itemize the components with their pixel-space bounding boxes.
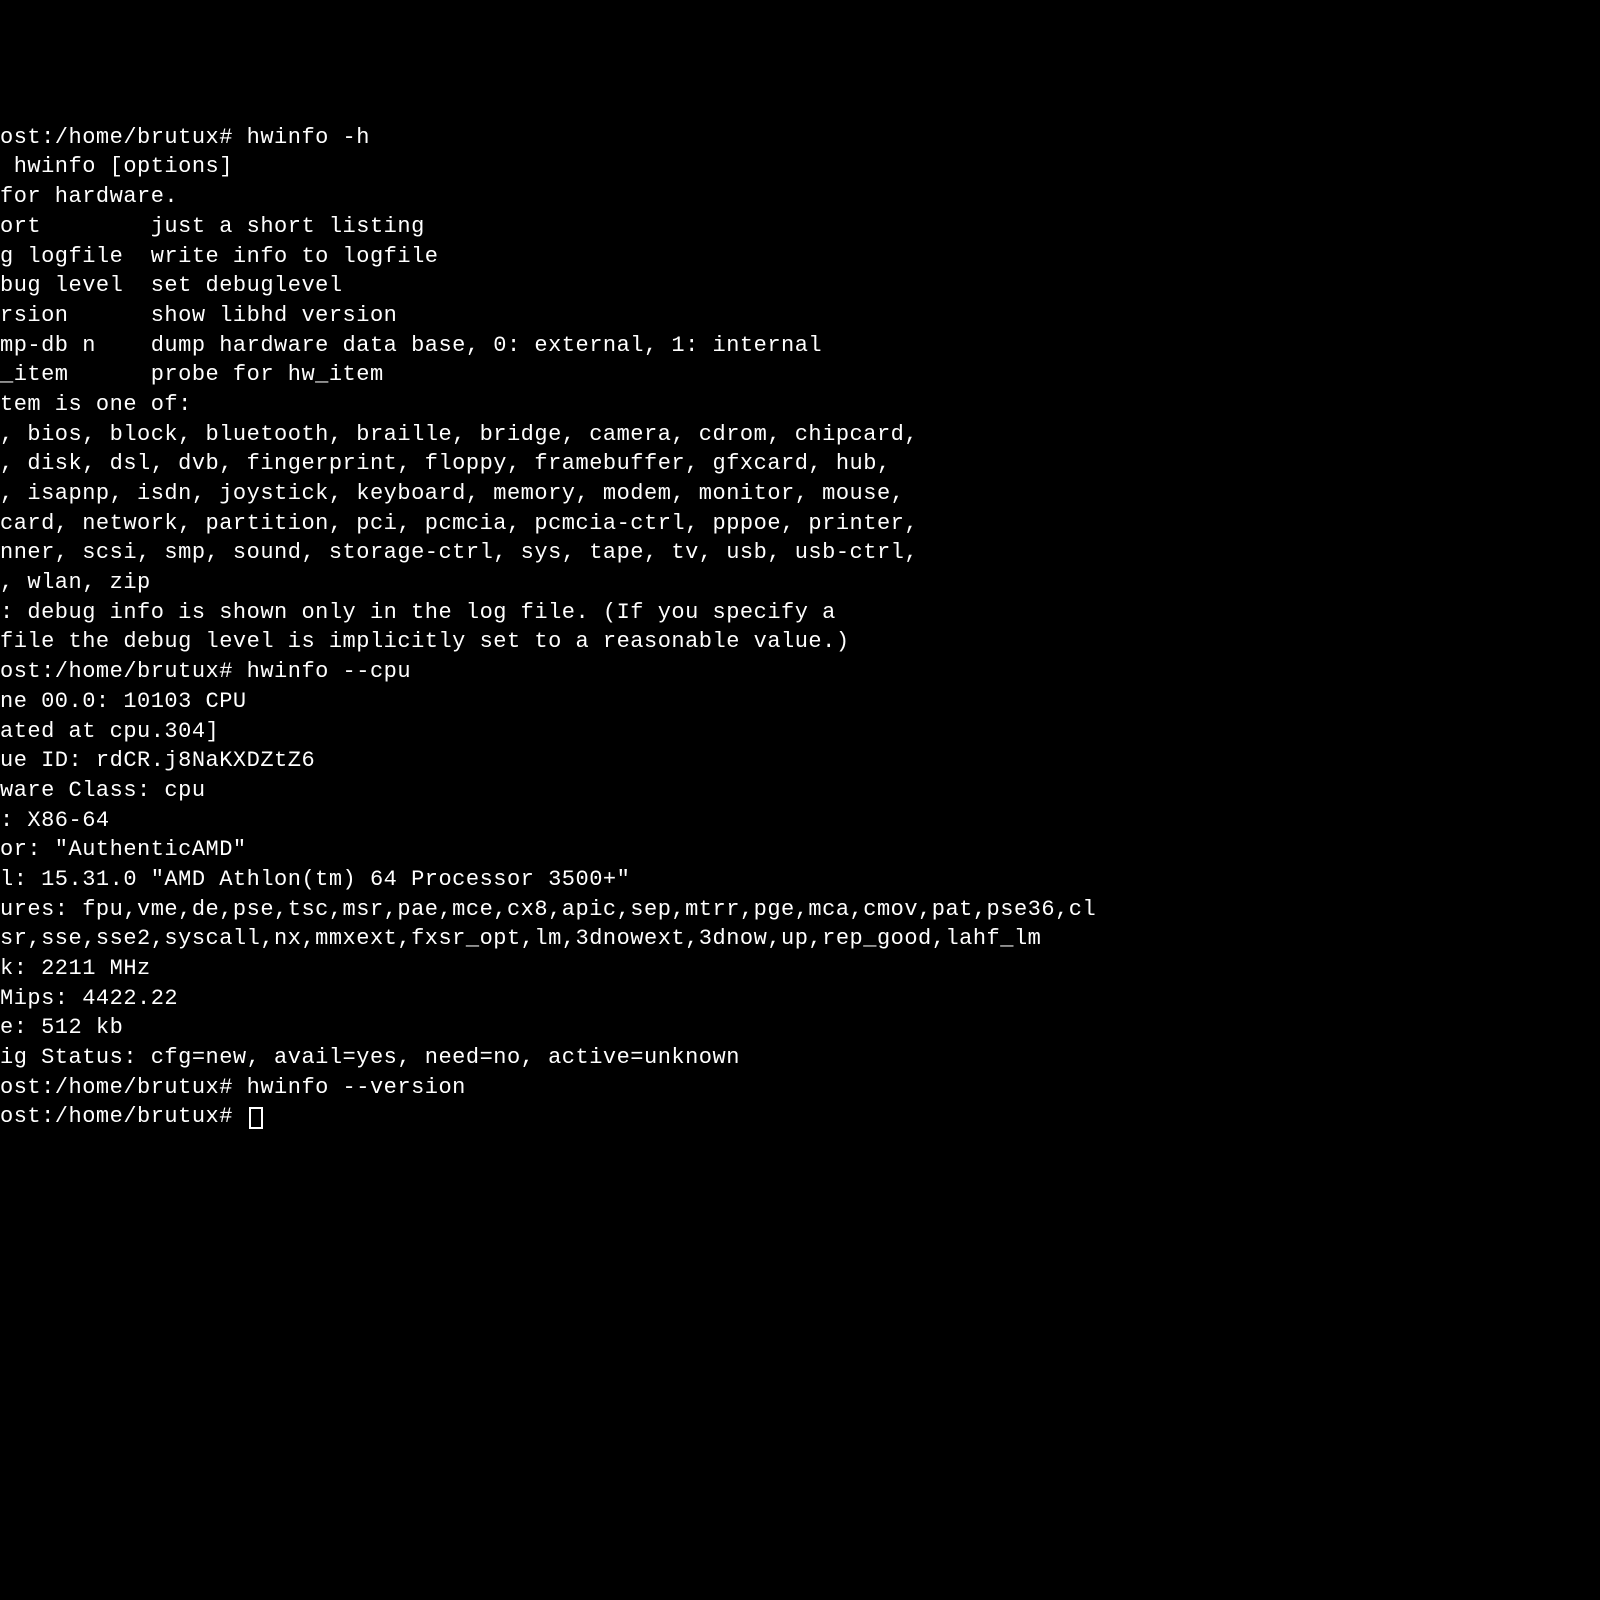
terminal-line: ort just a short listing [0, 212, 1600, 242]
terminal-line: : debug info is shown only in the log fi… [0, 598, 1600, 628]
terminal-line: ost:/home/brutux# hwinfo -h [0, 123, 1600, 153]
terminal-line: bug level set debuglevel [0, 271, 1600, 301]
terminal-line: rsion show libhd version [0, 301, 1600, 331]
terminal-line: g logfile write info to logfile [0, 242, 1600, 272]
terminal-line: , disk, dsl, dvb, fingerprint, floppy, f… [0, 449, 1600, 479]
terminal-line: ost:/home/brutux# hwinfo --version [0, 1073, 1600, 1103]
terminal-line: l: 15.31.0 "AMD Athlon(tm) 64 Processor … [0, 865, 1600, 895]
terminal-output[interactable]: ost:/home/brutux# hwinfo -h hwinfo [opti… [0, 123, 1600, 1132]
terminal-line: Mips: 4422.22 [0, 984, 1600, 1014]
terminal-line: ated at cpu.304] [0, 717, 1600, 747]
terminal-line: k: 2211 MHz [0, 954, 1600, 984]
terminal-line: ig Status: cfg=new, avail=yes, need=no, … [0, 1043, 1600, 1073]
terminal-line: , isapnp, isdn, joystick, keyboard, memo… [0, 479, 1600, 509]
terminal-line: ne 00.0: 10103 CPU [0, 687, 1600, 717]
terminal-line: , wlan, zip [0, 568, 1600, 598]
terminal-line: tem is one of: [0, 390, 1600, 420]
terminal-line: ost:/home/brutux# [0, 1102, 1600, 1132]
terminal-line: : X86-64 [0, 806, 1600, 836]
terminal-line: nner, scsi, smp, sound, storage-ctrl, sy… [0, 538, 1600, 568]
terminal-line: for hardware. [0, 182, 1600, 212]
terminal-line: , bios, block, bluetooth, braille, bridg… [0, 420, 1600, 450]
terminal-line: mp-db n dump hardware data base, 0: exte… [0, 331, 1600, 361]
cursor-icon [249, 1107, 263, 1129]
terminal-line: ures: fpu,vme,de,pse,tsc,msr,pae,mce,cx8… [0, 895, 1600, 925]
terminal-line: or: "AuthenticAMD" [0, 835, 1600, 865]
terminal-line: ue ID: rdCR.j8NaKXDZtZ6 [0, 746, 1600, 776]
terminal-line: e: 512 kb [0, 1013, 1600, 1043]
terminal-line: file the debug level is implicitly set t… [0, 627, 1600, 657]
terminal-line: ost:/home/brutux# hwinfo --cpu [0, 657, 1600, 687]
terminal-line: ware Class: cpu [0, 776, 1600, 806]
terminal-line: sr,sse,sse2,syscall,nx,mmxext,fxsr_opt,l… [0, 924, 1600, 954]
terminal-line: card, network, partition, pci, pcmcia, p… [0, 509, 1600, 539]
terminal-line: hwinfo [options] [0, 152, 1600, 182]
terminal-line: _item probe for hw_item [0, 360, 1600, 390]
